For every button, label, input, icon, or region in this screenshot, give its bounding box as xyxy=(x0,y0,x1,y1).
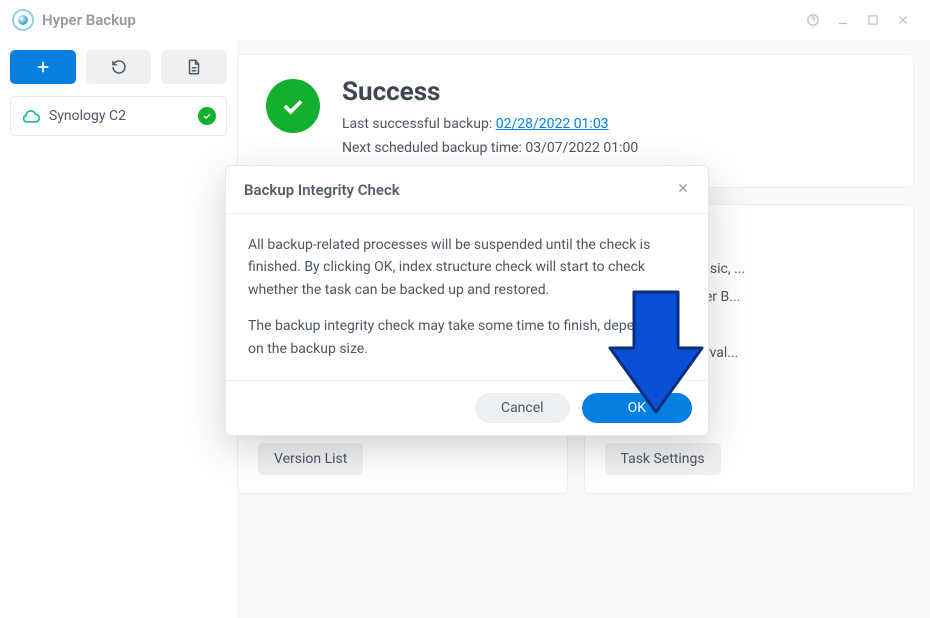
minimize-button[interactable] xyxy=(828,5,858,35)
version-list-button[interactable]: Version List xyxy=(258,443,363,475)
next-backup-line: Next scheduled backup time: 03/07/2022 0… xyxy=(342,137,638,161)
next-backup-value: 03/07/2022 01:00 xyxy=(525,140,638,156)
status-title: Success xyxy=(342,77,638,107)
help-button[interactable] xyxy=(798,5,828,35)
log-button[interactable] xyxy=(161,50,227,84)
add-task-button[interactable] xyxy=(10,50,76,84)
dialog-close-button[interactable] xyxy=(676,180,690,199)
next-backup-label: Next scheduled backup time: xyxy=(342,140,525,156)
app-icon xyxy=(12,9,34,31)
last-backup-link[interactable]: 02/28/2022 01:03 xyxy=(496,116,609,132)
dialog-title: Backup Integrity Check xyxy=(244,181,400,199)
task-settings-button[interactable]: Task Settings xyxy=(605,443,721,475)
backup-task-item[interactable]: Synology C2 xyxy=(10,96,227,136)
cloud-icon xyxy=(21,106,41,126)
dialog-text-2: The backup integrity check may take some… xyxy=(248,315,686,360)
cancel-button[interactable]: Cancel xyxy=(475,393,570,423)
close-window-button[interactable] xyxy=(888,5,918,35)
maximize-button[interactable] xyxy=(858,5,888,35)
sidebar: Synology C2 xyxy=(0,40,237,618)
titlebar: Hyper Backup xyxy=(0,0,930,40)
last-backup-label: Last successful backup: xyxy=(342,116,496,132)
backup-task-label: Synology C2 xyxy=(49,108,126,124)
restore-button[interactable] xyxy=(86,50,152,84)
task-status-ok-icon xyxy=(198,107,216,125)
app-title: Hyper Backup xyxy=(42,11,136,29)
last-backup-line: Last successful backup: 02/28/2022 01:03 xyxy=(342,113,638,137)
dialog-text-1: All backup-related processes will be sus… xyxy=(248,234,686,301)
integrity-check-dialog: Backup Integrity Check All backup-relate… xyxy=(225,165,709,436)
ok-button[interactable]: OK xyxy=(582,393,692,423)
success-icon xyxy=(266,79,320,133)
app-window: Hyper Backup xyxy=(0,0,930,618)
